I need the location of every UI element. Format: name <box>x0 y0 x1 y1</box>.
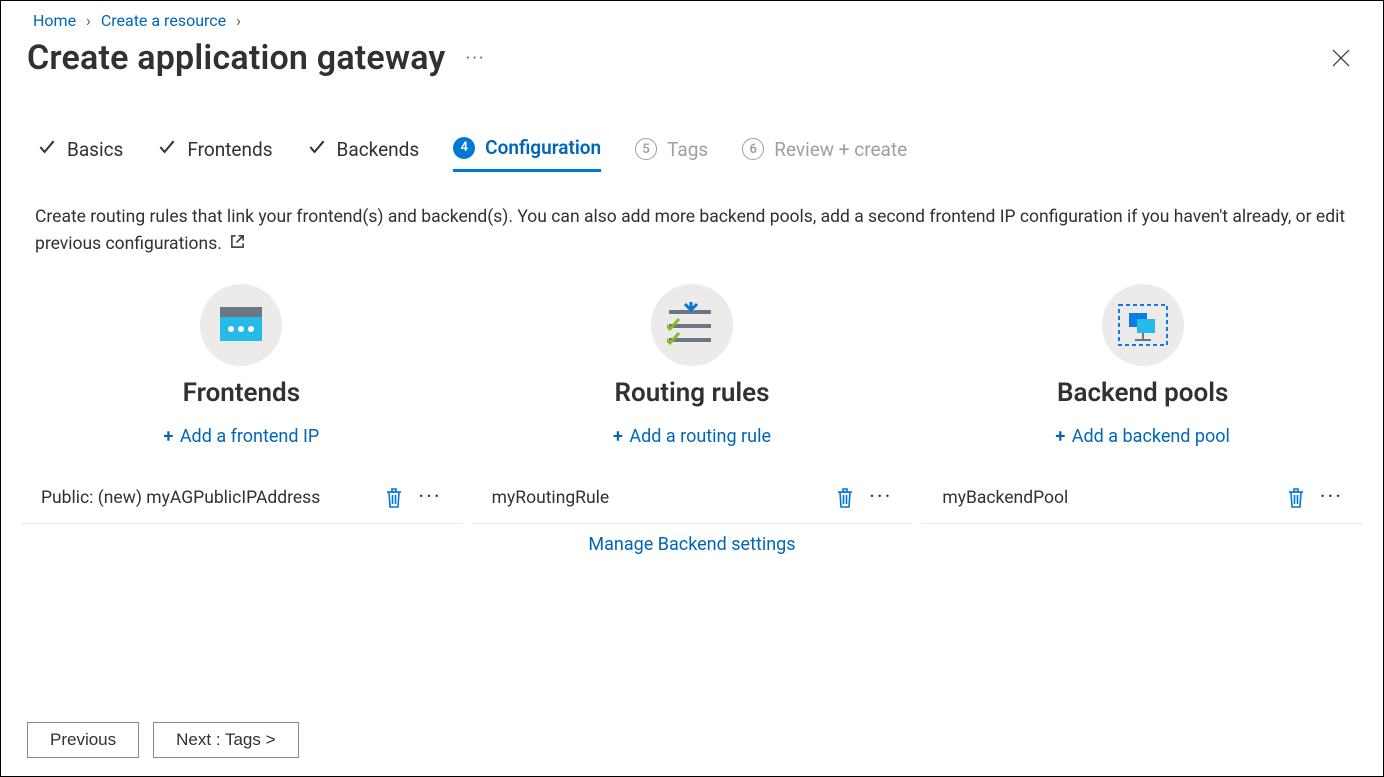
configuration-columns: Frontends + Add a frontend IP Public: (n… <box>1 258 1383 524</box>
backend-pool-item-name[interactable]: myBackendPool <box>942 488 1068 508</box>
routing-rule-item-name[interactable]: myRoutingRule <box>492 488 609 508</box>
breadcrumb-home[interactable]: Home <box>33 11 76 30</box>
wizard-footer: Previous Next : Tags > <box>27 722 299 758</box>
backend-pool-item-row: myBackendPool ··· <box>922 469 1363 524</box>
step-number-icon: 6 <box>742 138 764 160</box>
add-frontend-ip-link[interactable]: + Add a frontend IP <box>163 426 319 447</box>
column-frontends: Frontends + Add a frontend IP Public: (n… <box>21 284 462 524</box>
step-number-icon: 4 <box>453 137 475 159</box>
frontend-item-row: Public: (new) myAGPublicIPAddress ··· <box>21 469 462 524</box>
more-icon[interactable]: ··· <box>869 493 892 503</box>
previous-button[interactable]: Previous <box>27 722 139 758</box>
page-header: Create application gateway ··· <box>1 34 1383 78</box>
add-backend-pool-link[interactable]: + Add a backend pool <box>1055 426 1230 447</box>
tab-label: Review + create <box>774 138 907 161</box>
tab-configuration[interactable]: 4 Configuration <box>453 136 601 172</box>
more-icon[interactable]: ··· <box>466 48 486 69</box>
tab-label: Basics <box>67 138 123 161</box>
delete-icon[interactable] <box>1286 487 1306 509</box>
column-title: Routing rules <box>615 378 770 408</box>
column-title: Frontends <box>183 378 300 408</box>
backend-pools-icon <box>1102 284 1184 366</box>
check-icon <box>307 137 327 162</box>
more-icon[interactable]: ··· <box>418 493 441 503</box>
tab-label: Backends <box>337 138 420 161</box>
plus-icon: + <box>163 426 173 447</box>
tab-tags: 5 Tags <box>635 136 708 172</box>
plus-icon: + <box>1055 426 1065 447</box>
check-icon <box>157 137 177 162</box>
column-title: Backend pools <box>1057 378 1228 408</box>
tab-backends[interactable]: Backends <box>307 136 420 172</box>
routing-rules-icon <box>651 284 733 366</box>
add-routing-rule-link[interactable]: + Add a routing rule <box>613 426 771 447</box>
more-icon[interactable]: ··· <box>1320 493 1343 503</box>
breadcrumb: Home › Create a resource › <box>1 1 1383 34</box>
tab-basics[interactable]: Basics <box>37 136 123 172</box>
tabs: Basics Frontends Backends 4 Configuratio… <box>1 78 1383 172</box>
frontend-item-name[interactable]: Public: (new) myAGPublicIPAddress <box>41 488 320 508</box>
routing-rule-item-row: myRoutingRule ··· <box>472 469 913 524</box>
breadcrumb-create-resource[interactable]: Create a resource <box>101 11 226 30</box>
add-link-label: Add a backend pool <box>1072 426 1230 447</box>
column-routing-rules: Routing rules + Add a routing rule myRou… <box>472 284 913 524</box>
tab-frontends[interactable]: Frontends <box>157 136 272 172</box>
delete-icon[interactable] <box>384 487 404 509</box>
page-title: Create application gateway <box>27 38 446 78</box>
step-number-icon: 5 <box>635 138 657 160</box>
additional-links: Manage Backend settings <box>1 524 1383 555</box>
tab-review-create: 6 Review + create <box>742 136 907 172</box>
external-link-icon[interactable] <box>230 234 245 254</box>
close-icon[interactable] <box>1331 48 1351 68</box>
tab-label: Frontends <box>187 138 272 161</box>
frontends-icon <box>200 284 282 366</box>
delete-icon[interactable] <box>835 487 855 509</box>
manage-backend-settings-link[interactable]: Manage Backend settings <box>475 534 909 555</box>
tab-label: Tags <box>667 138 708 161</box>
column-backend-pools: Backend pools + Add a backend pool myBac… <box>922 284 1363 524</box>
page-description: Create routing rules that link your fron… <box>1 172 1383 258</box>
chevron-right-icon: › <box>86 11 91 30</box>
tab-label: Configuration <box>485 136 601 159</box>
check-icon <box>37 137 57 162</box>
add-link-label: Add a routing rule <box>629 426 771 447</box>
plus-icon: + <box>613 426 623 447</box>
chevron-right-icon: › <box>236 11 241 30</box>
next-button[interactable]: Next : Tags > <box>153 722 298 758</box>
add-link-label: Add a frontend IP <box>180 426 319 447</box>
